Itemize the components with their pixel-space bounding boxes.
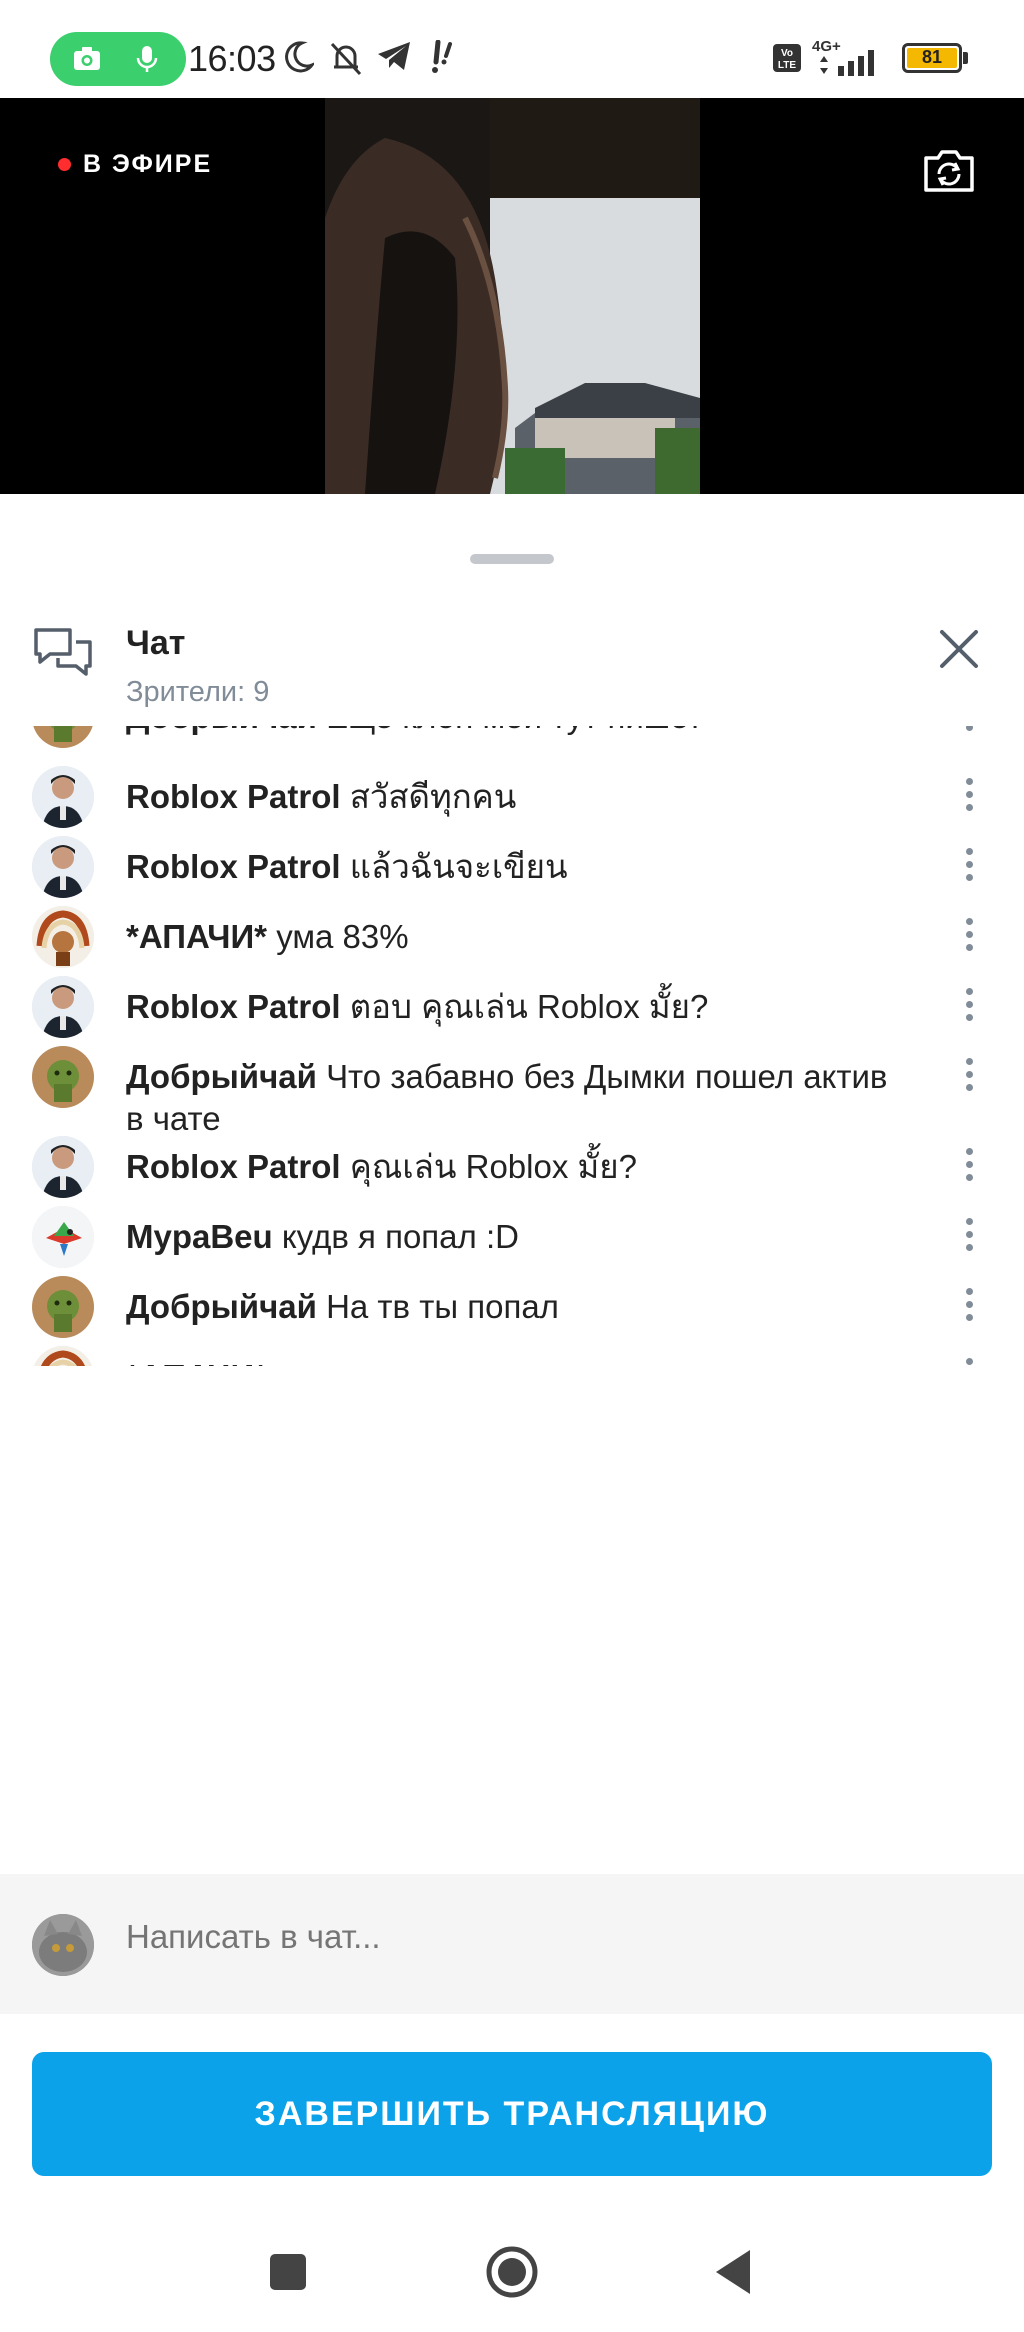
notification-app-icon	[432, 40, 452, 73]
message-text: Roblox Patrol สวัสดีทุกคน	[126, 776, 906, 818]
message-author[interactable]: Добрыйчай	[126, 726, 317, 735]
back-icon[interactable]	[706, 2242, 766, 2302]
close-icon[interactable]	[936, 626, 982, 672]
live-badge: В ЭФИРЕ	[58, 150, 212, 179]
message-body: สวัสดีทุกคน	[349, 778, 517, 815]
message-body: ตอบ คุณเล่น Roblox มั้ย?	[349, 988, 709, 1025]
end-stream-button[interactable]: ЗАВЕРШИТЬ ТРАНСЛЯЦИЮ	[32, 2052, 992, 2176]
message-more-icon[interactable]	[962, 1282, 976, 1332]
message-more-icon[interactable]	[962, 772, 976, 822]
message-body: ты ваще попал	[276, 1358, 506, 1366]
message-author[interactable]: Roblox Patrol	[126, 848, 341, 885]
message-more-icon[interactable]	[962, 842, 976, 892]
message-more-icon[interactable]	[962, 1212, 976, 1262]
message-body: Еще клон мой тут пишет	[326, 726, 703, 735]
switch-camera-icon[interactable]	[922, 146, 976, 194]
message-more-icon[interactable]	[962, 1352, 976, 1366]
user-avatar[interactable]	[32, 1136, 94, 1198]
live-dot	[58, 158, 71, 171]
user-avatar[interactable]	[32, 976, 94, 1038]
message-author[interactable]: MypaBeu	[126, 1218, 273, 1255]
user-avatar[interactable]	[32, 766, 94, 828]
volte-icon: Vo LTE	[773, 44, 801, 72]
message-more-icon[interactable]	[962, 1142, 976, 1192]
message-author[interactable]: Добрыйчай	[126, 1288, 317, 1325]
system-indicators: Vo LTE 4G+ 81	[772, 38, 968, 78]
message-text: *АПАЧИ* ума 83%	[126, 916, 906, 958]
message-text: *АПАЧИ* ты ваще попал	[126, 1356, 906, 1366]
message-author[interactable]: Roblox Patrol	[126, 988, 341, 1025]
chat-header: Чат Зрители: 9	[0, 624, 1024, 724]
live-video-preview[interactable]: В ЭФИРЕ	[0, 98, 1024, 494]
message-body: кудв я попал :D	[281, 1218, 519, 1255]
user-avatar[interactable]	[32, 1206, 94, 1268]
message-more-icon[interactable]	[962, 1052, 976, 1102]
message-author[interactable]: Roblox Patrol	[126, 1148, 341, 1185]
message-body: คุณเล่น Roblox มั้ย?	[349, 1148, 637, 1185]
live-label: В ЭФИРЕ	[83, 150, 213, 178]
message-text: Добрыйчай Еще клон мой тут пишет	[126, 726, 906, 738]
message-more-icon[interactable]	[962, 726, 976, 742]
camera-icon	[74, 47, 100, 70]
system-navigation-bar	[0, 2216, 1024, 2332]
message-text: Добрыйчай На тв ты попал	[126, 1286, 906, 1328]
message-text: Roblox Patrol ตอบ คุณเล่น Roblox มั้ย?	[126, 986, 906, 1028]
message-author[interactable]: *АПАЧИ*	[126, 918, 267, 955]
bell-muted-icon	[330, 42, 362, 76]
message-more-icon[interactable]	[962, 912, 976, 962]
home-icon[interactable]	[482, 2242, 542, 2302]
message-text: Roblox Patrol แล้วฉันจะเขียน	[126, 846, 906, 888]
chat-sheet: Чат Зрители: 9 Добрыйчай Еще клон мой ту…	[0, 494, 1024, 2332]
message-body: แล้วฉันจะเขียน	[349, 848, 568, 885]
message-body: На тв ты попал	[326, 1288, 559, 1325]
svg-text:Vo: Vo	[781, 48, 793, 59]
message-text: Roblox Patrol คุณเล่น Roblox มั้ย?	[126, 1146, 906, 1188]
viewers-count: Зрители: 9	[126, 676, 270, 708]
user-avatar[interactable]	[32, 1276, 94, 1338]
battery-icon: 81	[902, 43, 968, 73]
message-author[interactable]: Roblox Patrol	[126, 778, 341, 815]
microphone-icon	[136, 46, 158, 72]
clock: 16:03	[188, 38, 276, 79]
message-text: MypaBeu кудв я попал :D	[126, 1216, 906, 1258]
message-author[interactable]: Добрыйчай	[126, 1058, 317, 1095]
user-avatar[interactable]	[32, 726, 94, 748]
status-bar: 16:03 Vo LTE 4G+ 81	[0, 0, 1024, 98]
telegram-icon	[378, 42, 410, 70]
message-more-icon[interactable]	[962, 982, 976, 1032]
battery-level: 81	[921, 47, 943, 67]
sheet-drag-handle[interactable]	[470, 554, 554, 564]
chat-bubbles-icon	[34, 628, 92, 676]
user-avatar[interactable]	[32, 906, 94, 968]
camera-frame	[325, 98, 700, 494]
user-avatar[interactable]	[32, 836, 94, 898]
chat-title: Чат	[126, 624, 186, 662]
chat-input[interactable]	[126, 1918, 946, 1956]
recents-icon[interactable]	[258, 2242, 318, 2302]
chat-message-list[interactable]: Добрыйчай Еще клон мой тут пишет Roblox P…	[0, 726, 1024, 1366]
user-avatar[interactable]	[32, 1346, 94, 1366]
chat-composer	[0, 1874, 1024, 2014]
signal-strength-icon: 4G+	[812, 38, 882, 76]
message-body: ума 83%	[276, 918, 409, 955]
moon-icon	[285, 41, 314, 73]
message-text: Добрыйчай Что забавно без Дымки пошел ак…	[126, 1056, 906, 1140]
message-author[interactable]: *АПАЧИ*	[126, 1358, 267, 1366]
my-avatar	[32, 1914, 94, 1976]
user-avatar[interactable]	[32, 1046, 94, 1108]
screen-recording-indicator[interactable]	[50, 32, 186, 86]
svg-text:LTE: LTE	[778, 60, 796, 71]
